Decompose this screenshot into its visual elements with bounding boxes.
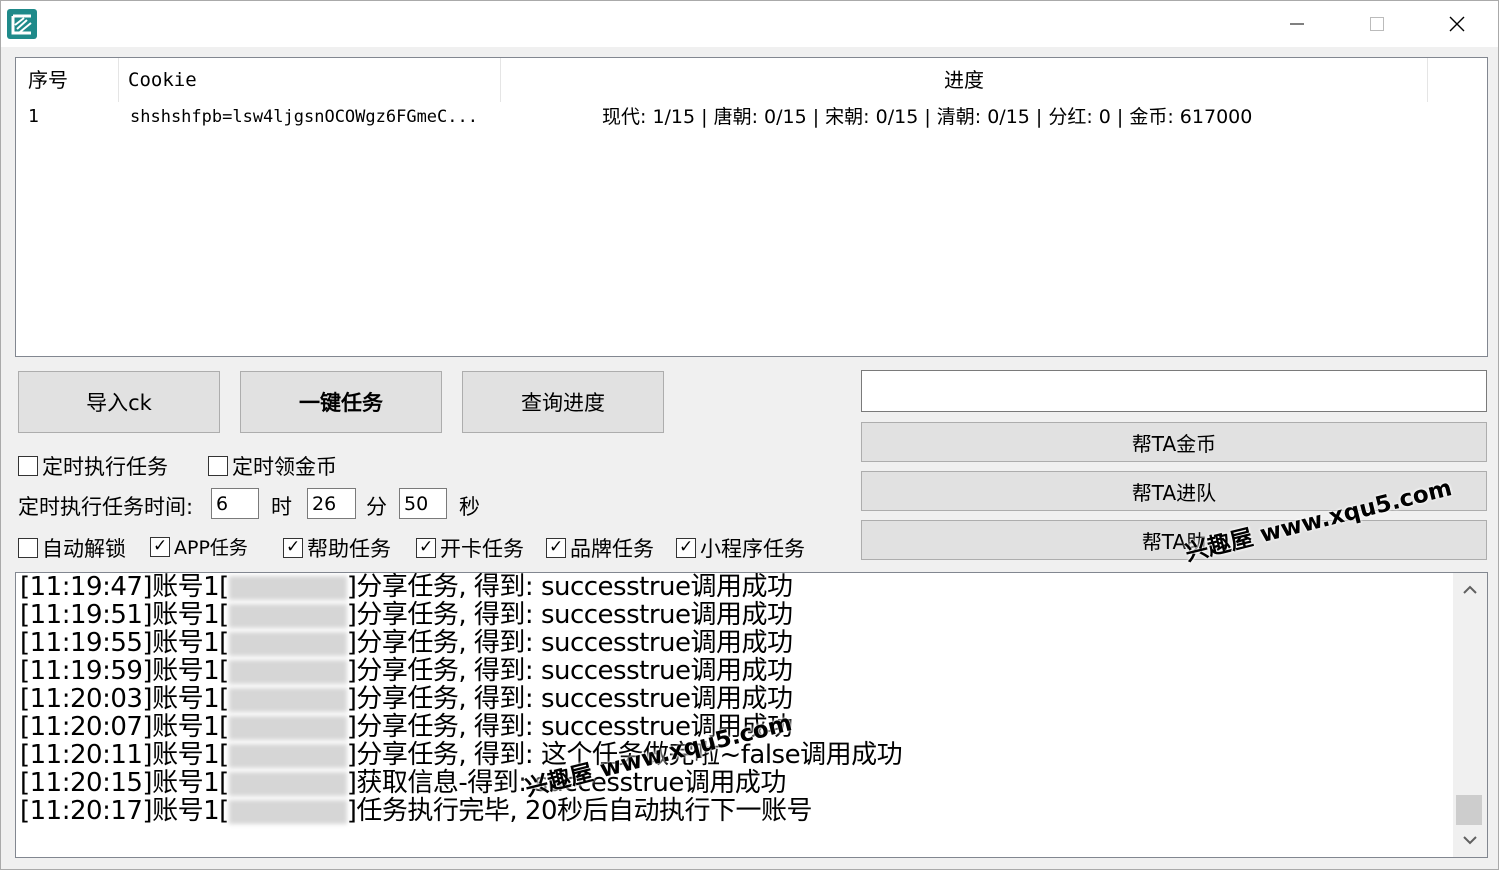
app-task-label: APP任务 (174, 537, 248, 559)
close-icon (1449, 16, 1465, 32)
close-button[interactable] (1417, 1, 1497, 47)
scroll-up-button[interactable] (1453, 573, 1487, 607)
account-list[interactable]: 序号 Cookie 进度 1 shshshfpb=lsw4ljgsnOCOWgz… (15, 57, 1488, 357)
mini-program-task-label: 小程序任务 (700, 537, 805, 561)
help-third-button[interactable]: 帮TA助 (861, 520, 1487, 560)
timer-hour-input[interactable] (211, 488, 259, 519)
checkbox-box (18, 538, 38, 558)
checkbox-box: ✓ (150, 535, 170, 557)
help-coin-button[interactable]: 帮TA金币 (861, 422, 1487, 462)
row-index: 1 (28, 106, 39, 127)
redacted-account (228, 743, 347, 768)
check-icon: ✓ (549, 537, 564, 557)
hour-unit: 时 (271, 495, 292, 519)
log-line: [11:20:15]账号1[]获取信息-得到: successtrue调用成功 (20, 768, 786, 798)
minimize-button[interactable] (1257, 1, 1337, 47)
log-line: [11:19:59]账号1[]分享任务, 得到: successtrue调用成功 (20, 656, 793, 686)
import-ck-button[interactable]: 导入ck (18, 371, 220, 433)
redacted-account (228, 603, 347, 628)
one-key-task-button[interactable]: 一键任务 (240, 371, 442, 433)
list-header: 序号 Cookie 进度 (16, 58, 1487, 102)
auto-unlock-label: 自动解锁 (42, 537, 126, 561)
check-icon: ✓ (419, 537, 434, 557)
redacted-account (228, 631, 347, 656)
log-line: [11:19:47]账号1[]分享任务, 得到: successtrue调用成功 (20, 572, 793, 602)
second-unit: 秒 (459, 495, 480, 519)
timed-coin-label: 定时领金币 (232, 455, 337, 479)
redacted-account (228, 659, 347, 684)
timer-second-input[interactable] (399, 488, 447, 519)
log-line: [11:20:03]账号1[]分享任务, 得到: successtrue调用成功 (20, 684, 793, 714)
checkbox-box: ✓ (283, 537, 303, 558)
redacted-account (228, 687, 347, 712)
app-logo-icon (7, 9, 37, 39)
checkbox-box: ✓ (676, 537, 696, 558)
log-lines: [11:19:47]账号1[]分享任务, 得到: successtrue调用成功… (20, 573, 1450, 825)
row-cookie: shshshfpb=lsw4ljgsnOCOWgz6FGmeC... (130, 107, 478, 127)
scroll-thumb[interactable] (1456, 795, 1482, 825)
chevron-down-icon (1463, 836, 1477, 845)
brand-task-checkbox[interactable]: ✓ 品牌任务 (546, 533, 654, 563)
timed-task-checkbox[interactable]: 定时执行任务 (18, 451, 168, 481)
log-line: [11:19:51]账号1[]分享任务, 得到: successtrue调用成功 (20, 600, 793, 630)
log-line: [11:20:17]账号1[]任务执行完毕, 20秒后自动执行下一账号 (20, 796, 813, 826)
chevron-up-icon (1463, 585, 1477, 594)
app-task-checkbox[interactable]: ✓ APP任务 (150, 533, 248, 560)
checkbox-box: ✓ (546, 537, 566, 558)
minimize-icon (1290, 23, 1304, 25)
maximize-button[interactable] (1337, 1, 1417, 47)
help-code-input[interactable] (861, 370, 1487, 412)
minute-unit: 分 (366, 495, 387, 519)
timer-label: 定时执行任务时间: (18, 495, 194, 519)
brand-task-label: 品牌任务 (570, 537, 654, 561)
query-progress-button[interactable]: 查询进度 (462, 371, 664, 433)
maximize-icon (1370, 17, 1384, 31)
redacted-account (228, 799, 347, 824)
list-row[interactable]: 1 shshshfpb=lsw4ljgsnOCOWgz6FGmeC... 现代:… (16, 102, 1487, 132)
log-line: [11:19:55]账号1[]分享任务, 得到: successtrue调用成功 (20, 628, 793, 658)
mini-program-task-checkbox[interactable]: ✓ 小程序任务 (676, 533, 805, 563)
check-icon: ✓ (679, 537, 694, 557)
card-task-checkbox[interactable]: ✓ 开卡任务 (416, 533, 524, 563)
auto-unlock-checkbox[interactable]: 自动解锁 (18, 533, 126, 563)
checkbox-box (208, 456, 228, 476)
check-icon: ✓ (153, 535, 168, 556)
title-bar (1, 1, 1498, 47)
row-progress: 现代: 1/15 | 唐朝: 0/15 | 宋朝: 0/15 | 清朝: 0/1… (602, 106, 1253, 128)
help-task-checkbox[interactable]: ✓ 帮助任务 (283, 533, 391, 563)
log-scrollbar[interactable] (1453, 573, 1487, 857)
redacted-account (228, 771, 347, 796)
redacted-account (228, 575, 347, 600)
redacted-account (228, 715, 347, 740)
header-cookie[interactable]: Cookie (128, 58, 498, 102)
header-index[interactable]: 序号 (28, 58, 118, 102)
app-window: 序号 Cookie 进度 1 shshshfpb=lsw4ljgsnOCOWgz… (0, 0, 1499, 870)
header-progress[interactable]: 进度 (501, 58, 1427, 102)
check-icon: ✓ (286, 537, 301, 557)
timer-minute-input[interactable] (307, 488, 356, 519)
scroll-down-button[interactable] (1453, 823, 1487, 857)
help-task-label: 帮助任务 (307, 537, 391, 561)
checkbox-box: ✓ (416, 537, 436, 558)
card-task-label: 开卡任务 (440, 537, 524, 561)
timed-task-label: 定时执行任务 (42, 455, 168, 479)
checkbox-box (18, 456, 38, 476)
timed-coin-checkbox[interactable]: 定时领金币 (208, 451, 337, 481)
